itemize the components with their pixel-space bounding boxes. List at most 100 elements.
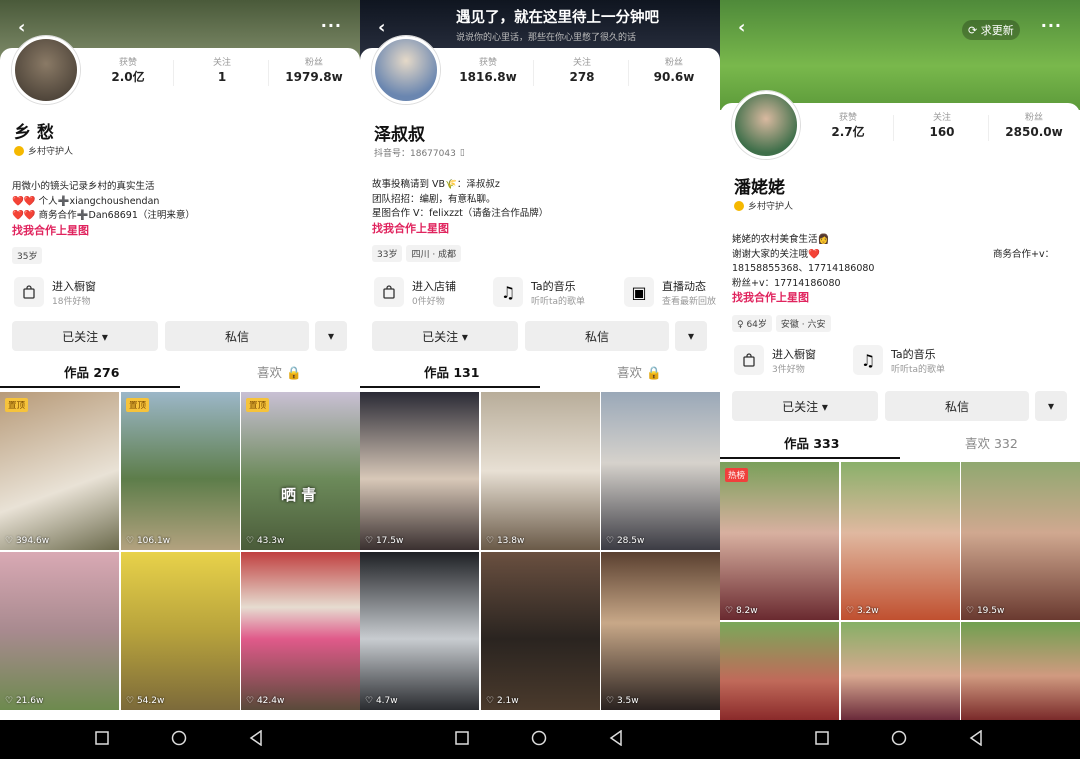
- stat-fans[interactable]: 粉丝 1979.8w: [279, 57, 349, 85]
- back-icon[interactable]: ‹: [378, 18, 385, 38]
- hot-list-badge: 热榜: [725, 468, 749, 482]
- more-icon[interactable]: ···: [321, 16, 342, 35]
- video-thumbnail[interactable]: 置顶 ♡ 394.6w: [0, 392, 119, 550]
- avatar[interactable]: [732, 91, 800, 159]
- request-update-button[interactable]: ⟳ 求更新: [962, 20, 1020, 40]
- divider: [533, 60, 534, 86]
- message-button[interactable]: 私信: [165, 321, 309, 351]
- star-map-link[interactable]: 找我合作上星图: [12, 224, 195, 239]
- tab-likes[interactable]: 喜欢 🔒: [617, 362, 662, 384]
- home-icon[interactable]: [531, 730, 547, 750]
- video-thumbnail[interactable]: ♡ 21.6w: [0, 552, 119, 710]
- like-count: ♡ 13.8w: [486, 536, 525, 546]
- video-thumbnail[interactable]: ♡ 17.5w: [360, 392, 479, 550]
- stat-following[interactable]: 关注 278: [547, 57, 617, 85]
- video-thumbnail[interactable]: [841, 622, 960, 720]
- home-icon[interactable]: [171, 730, 187, 750]
- tab-indicator: [720, 457, 900, 459]
- video-thumbnail[interactable]: ♡ 28.5w: [601, 392, 720, 550]
- recents-icon[interactable]: [95, 730, 109, 749]
- tab-works[interactable]: 作品 333: [784, 433, 839, 455]
- banner-subtitle: 说说你的心里话，那些在你心里憋了很久的话: [456, 33, 637, 43]
- stat-following[interactable]: 关注 1: [187, 57, 257, 85]
- system-navigation-bar: [0, 720, 1080, 759]
- tab-likes[interactable]: 喜欢 332: [965, 433, 1018, 455]
- bio-business: 商务合作+v：: [993, 249, 1055, 260]
- video-thumbnail[interactable]: ♡ 19.5w: [961, 462, 1080, 620]
- divider: [893, 115, 894, 141]
- message-button[interactable]: 私信: [525, 321, 669, 351]
- bag-icon: [14, 277, 44, 307]
- profile-card: 获赞 1816.8w 关注 278 粉丝 90.6w 泽叔叔 抖音号：18677043…: [360, 36, 720, 388]
- music-note-icon: ♫: [493, 277, 523, 307]
- recents-icon[interactable]: [455, 730, 469, 749]
- follow-button[interactable]: 已关注 ▾: [732, 391, 878, 421]
- video-thumbnail[interactable]: ♡ 4.7w: [360, 552, 479, 710]
- live-entry[interactable]: ▣ 直播动态 查看最新回放: [624, 277, 716, 307]
- dropdown-button[interactable]: ▾: [675, 321, 707, 351]
- back-nav-icon[interactable]: [609, 729, 623, 750]
- profile-card: 获赞 2.0亿 关注 1 粉丝 1979.8w 乡 愁 乡村守护人 用微小的镜头记录乡…: [0, 36, 360, 388]
- divider: [628, 60, 629, 86]
- recents-icon[interactable]: [815, 730, 829, 749]
- video-thumbnail[interactable]: ♡ 42.4w: [241, 552, 360, 710]
- dropdown-button[interactable]: ▾: [1035, 391, 1067, 421]
- stat-following[interactable]: 关注 160: [907, 112, 977, 140]
- back-icon[interactable]: ‹: [738, 18, 745, 38]
- video-thumbnail[interactable]: 热榜 ♡ 8.2w: [720, 462, 839, 620]
- like-count: ♡ 21.6w: [5, 696, 44, 706]
- tab-indicator: [0, 386, 180, 388]
- music-entry[interactable]: ♫ Ta的音乐 听听ta的歌单: [493, 277, 585, 307]
- video-thumbnail[interactable]: 置顶 ♡ 106.1w: [121, 392, 240, 550]
- tab-works[interactable]: 作品 276: [64, 362, 119, 384]
- bag-icon: [734, 345, 764, 375]
- back-nav-icon[interactable]: [969, 729, 983, 750]
- like-count: ♡ 106.1w: [126, 536, 171, 546]
- pinned-badge: 置顶: [246, 398, 270, 412]
- avatar[interactable]: [372, 36, 440, 104]
- stat-fans[interactable]: 粉丝 2850.0w: [999, 112, 1069, 140]
- back-icon[interactable]: ‹: [18, 18, 25, 38]
- douyin-id[interactable]: 抖音号：18677043 ▯: [374, 146, 465, 160]
- message-button[interactable]: 私信: [885, 391, 1029, 421]
- copy-icon[interactable]: ▯: [460, 148, 465, 158]
- like-count: ♡ 28.5w: [606, 536, 645, 546]
- profile-card: 获赞 2.7亿 关注 160 粉丝 2850.0w 潘姥姥 乡村守护人 姥姥的农村美食…: [720, 91, 1080, 459]
- store-entry[interactable]: 进入店铺 0件好物: [374, 277, 456, 307]
- like-count: ♡ 2.1w: [486, 696, 519, 706]
- pinned-badge: 置顶: [126, 398, 150, 412]
- star-map-link[interactable]: 找我合作上星图: [732, 291, 874, 306]
- follow-button[interactable]: 已关注 ▾: [372, 321, 518, 351]
- tab-indicator: [360, 386, 540, 388]
- shop-window-entry[interactable]: 进入橱窗 3件好物: [734, 345, 816, 375]
- follow-button[interactable]: 已关注 ▾: [12, 321, 158, 351]
- stat-fans[interactable]: 粉丝 90.6w: [639, 57, 709, 85]
- video-thumbnail[interactable]: ♡ 13.8w: [481, 392, 600, 550]
- video-thumbnail[interactable]: ♡ 54.2w: [121, 552, 240, 710]
- avatar[interactable]: [12, 36, 80, 104]
- home-icon[interactable]: [891, 730, 907, 750]
- lock-icon: 🔒: [646, 365, 662, 380]
- tags: 33岁 四川 · 成都: [372, 242, 465, 262]
- profile-name: 泽叔叔: [374, 125, 425, 145]
- back-nav-icon[interactable]: [249, 729, 263, 750]
- verified-icon: [14, 145, 24, 156]
- like-count: ♡ 4.7w: [365, 696, 398, 706]
- tab-works[interactable]: 作品 131: [424, 362, 479, 384]
- tab-likes[interactable]: 喜欢 🔒: [257, 362, 302, 384]
- star-map-link[interactable]: 找我合作上星图: [372, 222, 548, 237]
- like-count: ♡ 394.6w: [5, 536, 50, 546]
- bio: 姥姥的农村美食生活👩 谢谢大家的关注哦❤️ 18158855368、177141…: [732, 234, 875, 306]
- profile-name: 潘姥姥: [734, 178, 785, 198]
- video-thumbnail[interactable]: ♡ 3.5w: [601, 552, 720, 710]
- music-entry[interactable]: ♫ Ta的音乐 听听ta的歌单: [853, 345, 945, 375]
- shop-window-entry[interactable]: 进入橱窗 18件好物: [14, 277, 96, 307]
- like-count: ♡ 17.5w: [365, 536, 404, 546]
- more-icon[interactable]: ···: [1041, 16, 1062, 35]
- video-thumbnail[interactable]: 置顶晒 青 ♡ 43.3w: [241, 392, 360, 550]
- video-thumbnail[interactable]: [961, 622, 1080, 720]
- video-thumbnail[interactable]: ♡ 3.2w: [841, 462, 960, 620]
- video-thumbnail[interactable]: [720, 622, 839, 720]
- video-thumbnail[interactable]: ♡ 2.1w: [481, 552, 600, 710]
- dropdown-button[interactable]: ▾: [315, 321, 347, 351]
